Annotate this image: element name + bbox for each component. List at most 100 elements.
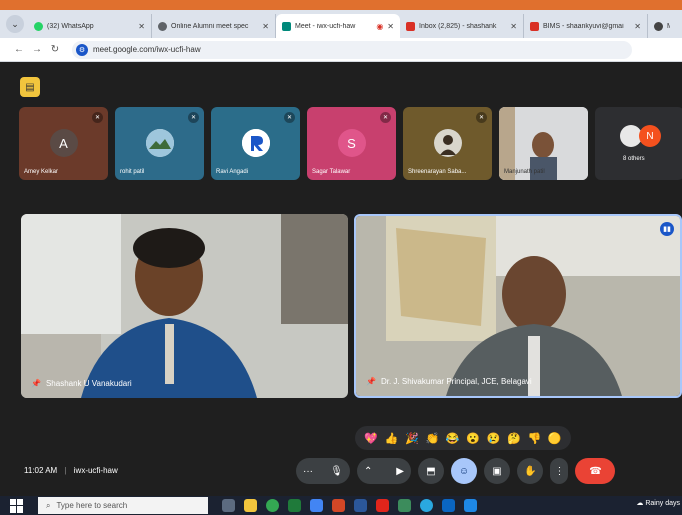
app-icon[interactable] (442, 499, 455, 512)
tab-meet[interactable]: Meet - iwx-ucfi-haw ◉ ✕ (276, 14, 400, 38)
tab-label: M (667, 23, 670, 30)
github-icon (654, 21, 663, 31)
participant-thumbnail[interactable]: ✕ A Amey Kelkar (19, 107, 108, 180)
tab-search-icon[interactable]: ⌄ (6, 15, 24, 33)
avatar (241, 129, 270, 157)
participant-name: Ravi Angadi (216, 169, 249, 175)
participant-name: Dr. J. Shivakumar Principal, JCE, Belaga… (380, 377, 532, 386)
tab-bims[interactable]: BIMS - shaankyuvi@gmai ✕ (524, 14, 648, 38)
meet-icon (282, 21, 291, 31)
reaction-thumbs-down-icon[interactable]: 👎 (527, 432, 541, 445)
reaction-clap-icon[interactable]: 👏 (426, 432, 440, 445)
reload-icon[interactable]: ↻ (46, 44, 64, 55)
meeting-time: 11:02 AM (24, 466, 58, 475)
avatar (433, 129, 462, 157)
reaction-laugh-icon[interactable]: 😂 (446, 432, 460, 445)
leave-call-button[interactable]: ☎ (575, 458, 616, 484)
tab-label: (32) WhatsApp (47, 22, 94, 30)
windows-taskbar: ⌕ Type here to search ☁ Rainy days (0, 496, 682, 515)
close-icon[interactable]: ✕ (138, 22, 145, 31)
app-icon[interactable] (398, 499, 411, 512)
app-icon[interactable] (310, 499, 323, 512)
reaction-sad-icon[interactable]: 😢 (487, 432, 501, 445)
main-video-tile[interactable]: 📌 Shashank U Vanakudari (21, 214, 348, 398)
tab-alumni-meet[interactable]: Online Alumni meet spec ✕ (152, 14, 276, 38)
whatsapp-icon (34, 21, 43, 31)
close-icon[interactable]: ✕ (262, 22, 269, 31)
participant-thumbnail[interactable]: ✕ Shreenarayan Saba... (403, 107, 492, 180)
top-accent-strip (0, 0, 682, 10)
windows-start-icon[interactable] (10, 498, 24, 513)
avatar: N (639, 125, 661, 147)
pin-icon[interactable]: 📌 (31, 379, 41, 388)
close-icon[interactable]: ✕ (634, 22, 641, 31)
chevron-up-icon: ⌃ (364, 465, 373, 477)
reaction-skin-tone-icon[interactable]: 🟡 (548, 432, 562, 445)
weather-text: Rainy days (645, 500, 680, 507)
participant-name: Manjunath patil (504, 169, 545, 175)
app-icon[interactable] (464, 499, 477, 512)
screen: ⌄ (32) WhatsApp ✕ Online Alumni meet spe… (0, 0, 682, 515)
site-info-icon[interactable]: ⚙ (76, 43, 88, 56)
mic-off-icon: ✕ (92, 112, 103, 123)
reaction-party-icon[interactable]: 🎉 (405, 432, 419, 445)
reaction-heart-icon[interactable]: 💖 (364, 432, 378, 445)
avatar (145, 129, 174, 157)
captions-button[interactable]: ▣ (484, 458, 510, 484)
more-options-button[interactable]: ⋮ (550, 458, 569, 484)
participant-thumbnail[interactable]: ✕ Ravi Angadi (211, 107, 300, 180)
close-icon[interactable]: ✕ (387, 22, 394, 31)
reactions-button[interactable]: ☺ (451, 458, 477, 484)
gmail-icon (406, 21, 415, 31)
reaction-surprised-icon[interactable]: 😮 (466, 432, 480, 445)
weather-widget[interactable]: ☁ Rainy days (636, 499, 680, 507)
mic-off-icon: ✕ (284, 112, 295, 123)
mic-icon: 🎙 (330, 465, 343, 477)
tab-overflow[interactable]: M (648, 14, 676, 38)
tab-gmail-inbox[interactable]: Inbox (2,825) - shashank ✕ (400, 14, 524, 38)
present-screen-button[interactable]: ⬒ (418, 458, 444, 484)
chrome-icon[interactable] (266, 499, 279, 512)
mic-off-icon: ✕ (380, 112, 391, 123)
participant-video (356, 216, 680, 396)
person-avatar-icon (433, 129, 462, 157)
url-text: meet.google.com/iwx-ucfi-haw (93, 45, 201, 54)
excel-icon[interactable] (288, 499, 301, 512)
task-view-icon[interactable] (222, 499, 235, 512)
participant-thumbnail[interactable]: ✕ rohit patil (115, 107, 204, 180)
pin-icon[interactable]: 📌 (366, 377, 376, 386)
more-options-icon: ··· (303, 465, 313, 477)
tab-whatsapp[interactable]: (32) WhatsApp ✕ (28, 14, 152, 38)
telegram-icon[interactable] (420, 499, 433, 512)
forward-arrow-icon[interactable]: → (28, 44, 46, 55)
participant-thumbnail[interactable]: ✕ Manjunath patil (499, 107, 588, 180)
reaction-thinking-icon[interactable]: 🤔 (507, 432, 521, 445)
close-icon[interactable]: ✕ (510, 22, 517, 31)
url-input[interactable]: ⚙ meet.google.com/iwx-ucfi-haw (72, 40, 632, 59)
tab-label: BIMS - shaankyuvi@gmai (543, 22, 624, 30)
taskbar-search-input[interactable]: ⌕ Type here to search (38, 497, 208, 514)
participant-name-label: 📌 Dr. J. Shivakumar Principal, JCE, Bela… (366, 377, 532, 386)
search-icon: ⌕ (46, 500, 51, 510)
pdf-icon[interactable] (376, 499, 389, 512)
powerpoint-icon[interactable] (332, 499, 345, 512)
word-icon[interactable] (354, 499, 367, 512)
participant-thumbnail[interactable]: ✕ S Sagar Talawar (307, 107, 396, 180)
camera-icon: ▶ (396, 465, 404, 477)
speaking-indicator-icon: ▮▮ (660, 222, 674, 236)
reaction-thumbs-up-icon[interactable]: 👍 (385, 432, 399, 445)
tab-label: Meet - iwx-ucfi-haw (295, 22, 356, 30)
raise-hand-button[interactable]: ✋ (517, 458, 544, 484)
meet-window: ▤ ✕ A Amey Kelkar ✕ rohit patil ✕ Ravi A… (0, 62, 682, 496)
more-vertical-icon: ⋮ (554, 465, 565, 477)
back-arrow-icon[interactable]: ← (10, 44, 28, 55)
others-thumbnail[interactable]: N 8 others (595, 107, 682, 180)
main-video-tile-speaking[interactable]: ▮▮ 📌 Dr. J. Shivakumar Principal, JCE, B… (354, 214, 682, 398)
others-label: 8 others (623, 156, 645, 162)
mic-button[interactable]: ··· 🎙 (296, 458, 350, 484)
meeting-code: iwx-ucfi-haw (73, 466, 118, 475)
participant-name: Sagar Talawar (312, 169, 351, 175)
camera-button[interactable]: ⌃ ▶ (357, 458, 411, 484)
file-explorer-icon[interactable] (244, 499, 257, 512)
meet-activities-icon[interactable]: ▤ (20, 77, 40, 97)
